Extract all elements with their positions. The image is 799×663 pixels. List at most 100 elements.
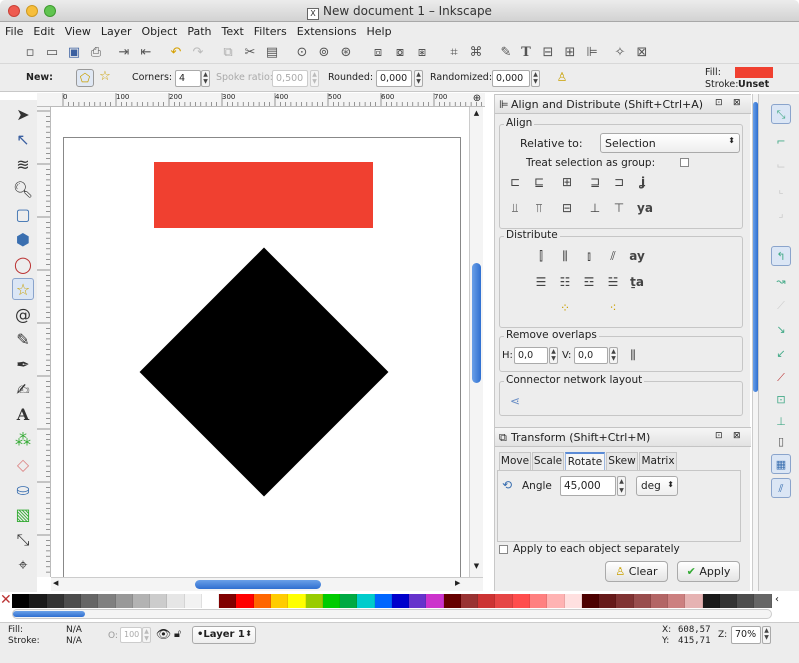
randomized-input[interactable]: 0,000	[492, 70, 530, 87]
palette-swatch[interactable]	[288, 594, 306, 608]
snap-rotation-center-icon[interactable]: ⊥	[771, 412, 791, 432]
snap-guides-icon[interactable]: ⫽	[771, 478, 791, 498]
palette-swatch[interactable]	[495, 594, 513, 608]
align-left-icon[interactable]: ⊑	[530, 173, 548, 191]
menu-file[interactable]: File	[0, 22, 28, 38]
align-top-icon[interactable]: ⫪	[530, 199, 548, 217]
rounded-input[interactable]: 0,000	[376, 70, 412, 87]
center-horizontal-axis-icon[interactable]: ⊟	[558, 199, 576, 217]
palette-swatch[interactable]	[81, 594, 99, 608]
vertical-scrollbar[interactable]: ▲ ▼	[469, 107, 483, 577]
3d-box-tool-icon[interactable]: ⬢	[12, 229, 34, 251]
palette-swatch[interactable]	[270, 594, 289, 608]
gradient-tool-icon[interactable]: ▧	[12, 504, 34, 526]
distribute-bottom-edges-icon[interactable]: ☲	[580, 273, 598, 291]
zoom-corner-icon[interactable]: ⊕	[470, 93, 484, 107]
selector-tool-icon[interactable]: ➤	[12, 104, 34, 126]
zoom-selection-icon[interactable]: ⊙	[294, 45, 310, 61]
palette-swatch[interactable]	[219, 594, 237, 608]
palette-swatch[interactable]	[150, 594, 168, 608]
palette-swatch[interactable]	[616, 594, 634, 608]
palette-swatch[interactable]	[737, 594, 755, 608]
palette-swatch[interactable]	[29, 594, 47, 608]
calligraphy-tool-icon[interactable]: ✍	[12, 379, 34, 401]
panel-close-icon[interactable]: ⊠	[733, 98, 741, 108]
palette-swatch[interactable]	[564, 594, 582, 608]
xml-editor-icon[interactable]: ⊟	[540, 45, 556, 61]
paste-icon[interactable]: ▤	[264, 45, 280, 61]
angle-stepper[interactable]: ▲ ▼	[617, 476, 626, 496]
vertical-scroll-thumb[interactable]	[472, 263, 481, 383]
scroll-left-arrow-icon[interactable]: ◀	[53, 579, 63, 590]
palette-swatch[interactable]	[236, 594, 254, 608]
menu-layer[interactable]: Layer	[96, 22, 137, 38]
distribute-centers-v-icon[interactable]: ☷	[556, 273, 574, 291]
tab-rotate[interactable]: Rotate	[565, 452, 605, 470]
menu-object[interactable]: Object	[137, 22, 183, 38]
clone-icon[interactable]: ⧇	[392, 45, 408, 61]
palette-swatch[interactable]	[650, 594, 669, 608]
distribute-baselines-h-icon[interactable]: ay	[628, 247, 646, 265]
center-vertical-axis-icon[interactable]: ⊞	[558, 173, 576, 191]
scroll-right-arrow-icon[interactable]: ▶	[455, 579, 465, 590]
current-layer-select[interactable]: •Layer 1 ⬍	[192, 626, 256, 644]
palette-swatch[interactable]	[702, 594, 720, 608]
palette-swatch[interactable]	[98, 594, 116, 608]
palette-scroll-thumb[interactable]	[13, 611, 85, 617]
palette-swatch[interactable]	[322, 594, 341, 608]
distribute-gaps-v-icon[interactable]: ☱	[604, 273, 622, 291]
palette-swatch[interactable]	[547, 594, 565, 608]
spiral-tool-icon[interactable]: @	[12, 304, 34, 326]
palette-swatch[interactable]	[460, 594, 479, 608]
scroll-down-arrow-icon[interactable]: ▼	[471, 562, 482, 573]
align-baseline-anchor-icon[interactable]: ʝ	[634, 173, 652, 191]
import-icon[interactable]: ⇥	[116, 45, 132, 61]
corners-stepper[interactable]: ▲ ▼	[201, 70, 210, 87]
node-tool-icon[interactable]: ↖	[12, 129, 34, 151]
star-tool-icon[interactable]: ☆	[12, 278, 34, 300]
open-icon[interactable]: ▭	[44, 45, 60, 61]
tab-scale[interactable]: Scale	[532, 452, 564, 470]
tweak-tool-icon[interactable]: ≋	[12, 154, 34, 176]
distribute-left-edges-icon[interactable]: ⫿	[532, 247, 550, 265]
snap-nodes-icon[interactable]: ↰	[771, 246, 791, 266]
save-icon[interactable]: ▣	[66, 45, 82, 61]
zoom-page-icon[interactable]: ⊛	[338, 45, 354, 61]
rounded-stepper[interactable]: ▲ ▼	[414, 70, 423, 87]
snap-cusp-nodes-icon[interactable]: ↘	[771, 320, 791, 340]
ungroup-icon[interactable]: ⌘	[468, 45, 484, 61]
distribute-centers-h-icon[interactable]: ⫼	[556, 247, 574, 265]
print-icon[interactable]: ⎙	[88, 45, 104, 61]
no-paint-swatch-icon[interactable]: ✕	[0, 592, 12, 608]
distribute-baselines-v-icon[interactable]: ṯa	[628, 273, 646, 291]
horizontal-scroll-thumb[interactable]	[195, 580, 321, 589]
palette-swatch[interactable]	[167, 594, 185, 608]
align-bottom-icon[interactable]: ⊥	[586, 199, 604, 217]
snap-bbox-edges-icon[interactable]: ⌙	[771, 156, 791, 176]
align-baselines-icon[interactable]: ya	[634, 199, 656, 217]
distribute-right-edges-icon[interactable]: ⫾	[580, 247, 598, 265]
menu-filters[interactable]: Filters	[249, 22, 292, 38]
objects-icon[interactable]: ⊞	[562, 45, 578, 61]
tab-skew[interactable]: Skew	[606, 452, 638, 470]
tab-matrix[interactable]: Matrix	[639, 452, 677, 470]
transform-iconify-icon[interactable]: ⊡	[715, 431, 723, 441]
palette-swatch[interactable]	[599, 594, 617, 608]
align-distribute-icon[interactable]: ⊫	[584, 45, 600, 61]
dropper-tool-icon[interactable]: ⤡	[12, 529, 34, 551]
palette-swatch[interactable]	[46, 594, 64, 608]
star-mode-icon[interactable]: ☆	[96, 69, 114, 87]
palette-swatch[interactable]	[409, 594, 427, 608]
layer-lock-icon[interactable]: 🔓︎	[174, 627, 181, 641]
align-bottom-edge-icon[interactable]: ⫫	[506, 199, 524, 217]
menu-help[interactable]: Help	[361, 22, 396, 38]
palette-swatch[interactable]	[685, 594, 703, 608]
panel-iconify-icon[interactable]: ⊡	[715, 98, 723, 108]
palette-swatch[interactable]	[12, 594, 30, 608]
angle-unit-select[interactable]: deg ⬍	[636, 476, 678, 496]
align-right-icon[interactable]: ⊒	[586, 173, 604, 191]
angle-input[interactable]: 45,000	[560, 476, 616, 496]
snap-bbox-icon[interactable]: ⌐	[771, 132, 791, 152]
group-icon[interactable]: ⌗	[446, 45, 462, 61]
connector-tool-icon[interactable]: ⌖	[12, 554, 34, 576]
